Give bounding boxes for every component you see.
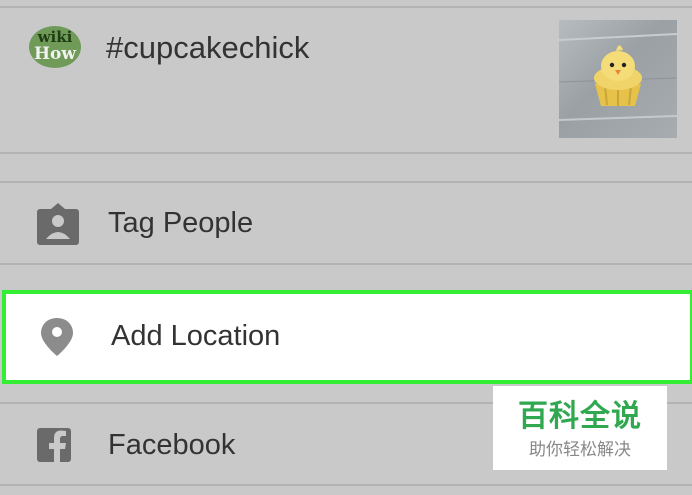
add-location-label: Add Location [111, 320, 281, 352]
avatar: wiki How [29, 26, 81, 68]
tag-people-row[interactable]: Tag People [0, 183, 692, 263]
add-location-row[interactable]: Add Location [2, 290, 692, 384]
post-thumbnail[interactable] [558, 20, 678, 138]
tag-people-label: Tag People [108, 207, 254, 239]
watermark-subtitle: 助你轻松解决 [529, 440, 631, 459]
divider [0, 6, 692, 8]
watermark-title: 百科全说 [518, 400, 642, 433]
divider [0, 263, 692, 265]
facebook-label: Facebook [108, 429, 236, 461]
caption-text[interactable]: #cupcakechick [106, 30, 309, 66]
location-pin-icon [41, 318, 73, 356]
avatar-text-top: wiki [37, 28, 73, 46]
watermark-logo: 百科全说 助你轻松解决 [493, 386, 667, 470]
divider [0, 484, 692, 486]
divider [0, 152, 692, 154]
person-tag-icon [37, 203, 79, 245]
facebook-icon [37, 428, 71, 462]
avatar-text-bottom: How [33, 44, 77, 64]
cupcake-image [558, 33, 678, 121]
